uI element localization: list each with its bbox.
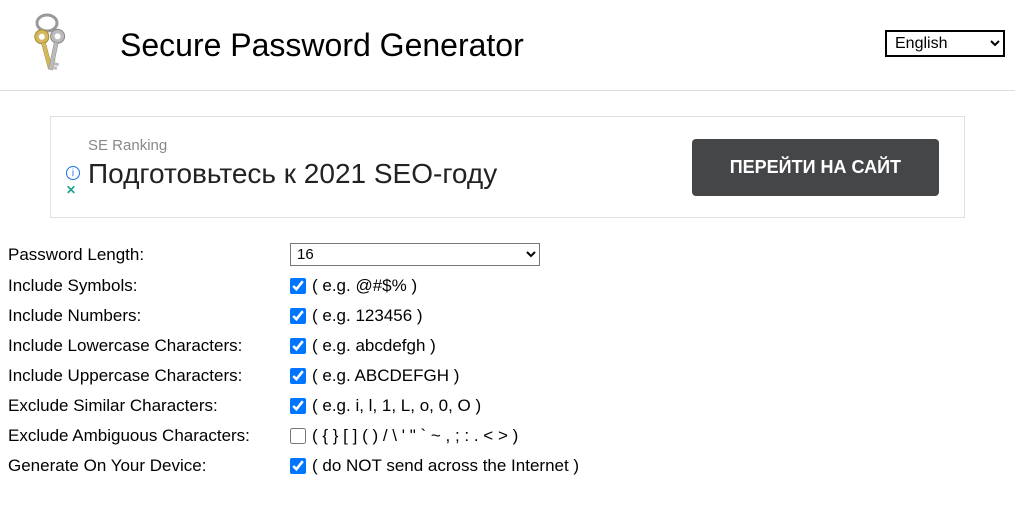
label-include-lowercase: Include Lowercase Characters:	[8, 336, 290, 356]
row-password-length: Password Length: 16	[8, 243, 1007, 266]
language-select[interactable]: English	[885, 30, 1005, 57]
checkbox-include-numbers[interactable]	[290, 308, 306, 324]
ad-banner[interactable]: i ✕ SE Ranking Подготовьтесь к 2021 SEO-…	[50, 116, 965, 218]
hint-include-uppercase: ( e.g. ABCDEFGH )	[312, 366, 459, 386]
label-include-symbols: Include Symbols:	[8, 276, 290, 296]
label-exclude-ambiguous: Exclude Ambiguous Characters:	[8, 426, 290, 446]
hint-exclude-ambiguous: ( { } [ ] ( ) / \ ' " ` ~ , ; : . < > )	[312, 426, 518, 446]
label-exclude-similar: Exclude Similar Characters:	[8, 396, 290, 416]
hint-generate-on-device: ( do NOT send across the Internet )	[312, 456, 579, 476]
ad-info-icon[interactable]: i	[66, 166, 80, 180]
checkbox-include-symbols[interactable]	[290, 278, 306, 294]
ad-cta-button[interactable]: ПЕРЕЙТИ НА САЙТ	[692, 139, 939, 196]
label-generate-on-device: Generate On Your Device:	[8, 456, 290, 476]
row-exclude-ambiguous: Exclude Ambiguous Characters: ( { } [ ] …	[8, 426, 1007, 446]
row-include-uppercase: Include Uppercase Characters: ( e.g. ABC…	[8, 366, 1007, 386]
ad-headline: Подготовьтесь к 2021 SEO-году	[88, 158, 497, 190]
options-form: Password Length: 16 Include Symbols: ( e…	[0, 243, 1015, 476]
row-include-symbols: Include Symbols: ( e.g. @#$% )	[8, 276, 1007, 296]
hint-include-lowercase: ( e.g. abcdefgh )	[312, 336, 436, 356]
hint-exclude-similar: ( e.g. i, l, 1, L, o, 0, O )	[312, 396, 481, 416]
checkbox-exclude-ambiguous[interactable]	[290, 428, 306, 444]
checkbox-include-uppercase[interactable]	[290, 368, 306, 384]
ad-brand: SE Ranking	[88, 137, 497, 154]
ad-marker: i ✕	[66, 137, 80, 197]
page-title: Secure Password Generator	[120, 27, 524, 64]
checkbox-include-lowercase[interactable]	[290, 338, 306, 354]
checkbox-generate-on-device[interactable]	[290, 458, 306, 474]
hint-include-numbers: ( e.g. 123456 )	[312, 306, 423, 326]
keys-logo-icon	[20, 10, 80, 80]
label-include-uppercase: Include Uppercase Characters:	[8, 366, 290, 386]
row-generate-on-device: Generate On Your Device: ( do NOT send a…	[8, 456, 1007, 476]
label-password-length: Password Length:	[8, 245, 290, 265]
password-length-select[interactable]: 16	[290, 243, 540, 266]
row-exclude-similar: Exclude Similar Characters: ( e.g. i, l,…	[8, 396, 1007, 416]
checkbox-exclude-similar[interactable]	[290, 398, 306, 414]
row-include-lowercase: Include Lowercase Characters: ( e.g. abc…	[8, 336, 1007, 356]
hint-include-symbols: ( e.g. @#$% )	[312, 276, 417, 296]
ad-close-icon[interactable]: ✕	[66, 183, 80, 197]
label-include-numbers: Include Numbers:	[8, 306, 290, 326]
header: Secure Password Generator English	[0, 0, 1015, 91]
row-include-numbers: Include Numbers: ( e.g. 123456 )	[8, 306, 1007, 326]
